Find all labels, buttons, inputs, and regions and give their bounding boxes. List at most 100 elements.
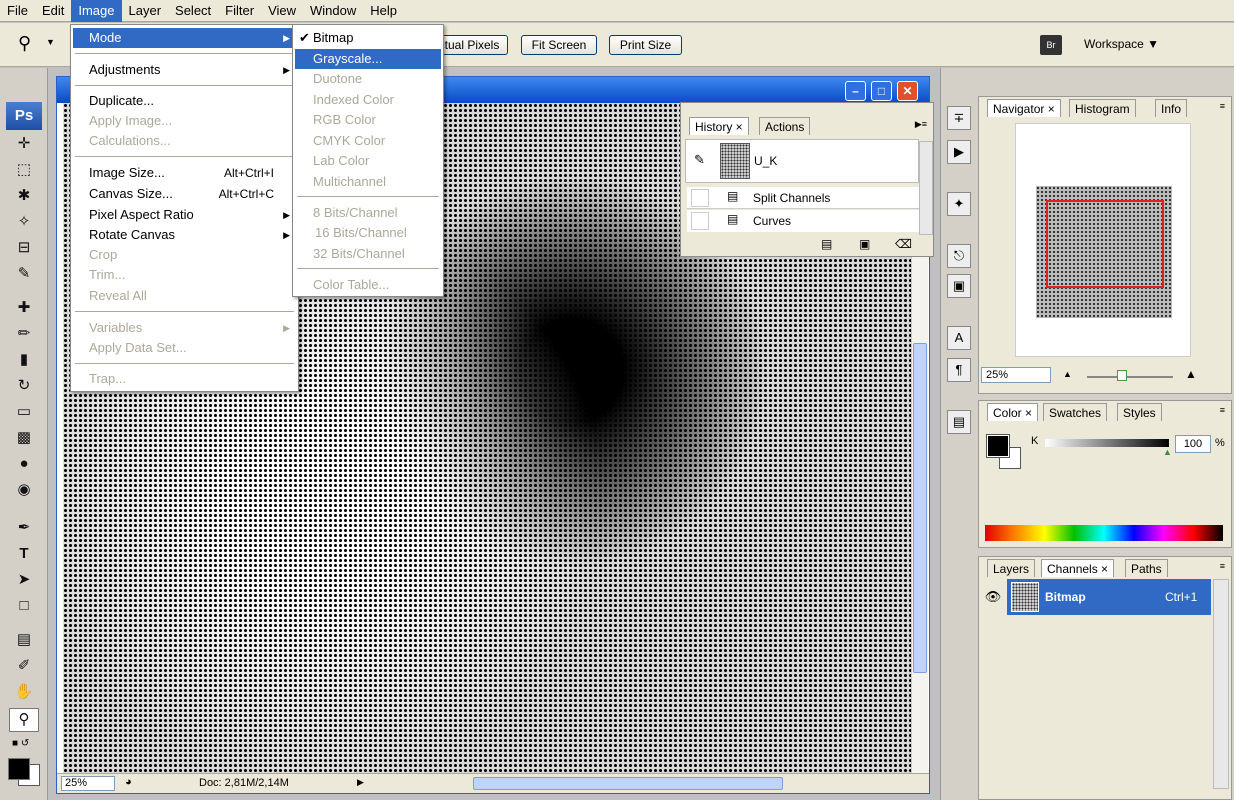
history-scrollbar[interactable] [919,141,933,235]
zoom-in-icon[interactable]: ▲ [1185,367,1197,381]
type-tool-icon[interactable]: T [9,542,39,566]
crop-tool-icon[interactable]: ⊟ [9,236,39,260]
menu-item-mode[interactable]: Mode ▶ [73,28,296,48]
chevron-down-icon[interactable]: ▼ [46,37,55,47]
new-document-from-state-icon[interactable]: ▤ [821,237,832,251]
vertical-scroll-thumb[interactable] [913,343,927,673]
eyedropper-tool-icon[interactable]: ✐ [9,654,39,678]
menu-item-rgb-color[interactable]: RGB Color [295,110,441,130]
tab-color[interactable]: Color × [987,403,1039,421]
tool-presets-icon[interactable]: ✦ [947,192,971,216]
status-menu-icon[interactable]: ◕ [125,776,132,788]
tab-channels[interactable]: Channels × [1041,559,1115,577]
hand-tool-icon[interactable]: ✋ [9,680,39,704]
foreground-color-swatch[interactable] [8,758,30,780]
navigator-zoom-slider[interactable] [1087,376,1173,378]
menu-item-duotone[interactable]: Duotone [295,69,441,89]
print-size-button[interactable]: Print Size [609,35,682,55]
menu-item-indexed-color[interactable]: Indexed Color [295,90,441,110]
menu-view[interactable]: View [261,0,303,22]
history-snapshot-row[interactable]: ✎ U_K [685,139,919,183]
tab-paths[interactable]: Paths [1125,559,1168,577]
gradient-tool-icon[interactable]: ▩ [9,426,39,450]
notes-icon[interactable]: ▤ [947,410,971,434]
horizontal-scroll-thumb[interactable] [473,777,783,790]
zoom-tool-icon[interactable]: ⚲ [18,33,31,54]
tab-history[interactable]: History × [689,117,749,135]
tab-swatches[interactable]: Swatches [1043,403,1108,421]
menu-item-trap[interactable]: Trap... [73,369,296,389]
tab-navigator[interactable]: Navigator × [987,99,1061,117]
navigator-zoom-slider-handle[interactable] [1117,370,1127,381]
history-step-checkbox[interactable] [691,212,709,230]
slice-tool-icon[interactable]: ✎ [9,262,39,286]
history-brush-tool-icon[interactable]: ↻ [9,374,39,398]
shape-tool-icon[interactable]: □ [9,594,39,618]
menu-item-32-bits[interactable]: 32 Bits/Channel [295,244,441,264]
tab-histogram[interactable]: Histogram [1069,99,1136,117]
menu-layer[interactable]: Layer [122,0,169,22]
dodge-tool-icon[interactable]: ◉ [9,478,39,502]
blur-tool-icon[interactable]: ● [9,452,39,476]
maximize-icon[interactable]: □ [871,81,892,101]
menu-item-crop[interactable]: Crop [73,245,296,265]
menu-item-reveal-all[interactable]: Reveal All [73,286,296,306]
tab-styles[interactable]: Styles [1117,403,1162,421]
panel-menu-icon[interactable]: ≡ [1220,405,1225,415]
menu-item-calculations[interactable]: Calculations... [73,131,296,151]
lasso-tool-icon[interactable]: ✱ [9,184,39,208]
zoom-tool-icon[interactable]: ⚲ [9,708,39,732]
status-arrow-icon[interactable]: ▶ [357,777,364,788]
menu-item-rotate-canvas[interactable]: Rotate Canvas ▶ [73,225,296,245]
notes-tool-icon[interactable]: ▤ [9,628,39,652]
path-selection-tool-icon[interactable]: ➤ [9,568,39,592]
navigator-zoom-field[interactable]: 25% [981,367,1051,383]
menu-item-adjustments[interactable]: Adjustments ▶ [73,60,296,80]
marquee-tool-icon[interactable]: ⬚ [9,158,39,182]
navigator-view-rectangle[interactable] [1046,200,1164,288]
menu-help[interactable]: Help [363,0,404,22]
bridge-icon[interactable]: Br [1040,35,1062,55]
menu-item-image-size[interactable]: Image Size... Alt+Ctrl+I [73,163,296,183]
zoom-field[interactable]: 25% [61,776,115,791]
k-channel-slider[interactable] [1045,439,1169,447]
character-icon[interactable]: A [947,326,971,350]
play-action-icon[interactable]: ▶ [947,140,971,164]
clone-source-icon[interactable]: ⎋ [947,244,971,268]
menu-item-canvas-size[interactable]: Canvas Size... Alt+Ctrl+C [73,184,296,204]
channel-row-bitmap[interactable]: 👁 Bitmap Ctrl+1 [979,579,1211,615]
menu-item-lab-color[interactable]: Lab Color [295,151,441,171]
healing-brush-tool-icon[interactable]: ✚ [9,296,39,320]
menu-item-grayscale[interactable]: Grayscale... [295,49,441,69]
menu-item-pixel-aspect-ratio[interactable]: Pixel Aspect Ratio ▶ [73,205,296,225]
menu-edit[interactable]: Edit [35,0,71,22]
eraser-tool-icon[interactable]: ▭ [9,400,39,424]
k-value-field[interactable]: 100 [1175,435,1211,453]
color-ramp[interactable] [985,525,1223,541]
eye-icon[interactable]: 👁 [979,579,1007,615]
history-step-split-channels[interactable]: ▤ Split Channels [687,187,919,209]
close-icon[interactable]: ✕ [897,81,918,101]
tab-layers[interactable]: Layers [987,559,1036,577]
menu-item-8-bits[interactable]: 8 Bits/Channel [295,203,441,223]
brushes-icon[interactable]: ∓ [947,106,971,130]
menu-item-16-bits[interactable]: 16 Bits/Channel [295,223,441,243]
default-colors-icon[interactable]: ■ ↺ [12,738,29,749]
menu-file[interactable]: File [0,0,35,22]
history-step-curves[interactable]: ▤ Curves [687,210,919,232]
new-snapshot-icon[interactable]: ▣ [859,237,870,251]
panel-menu-icon[interactable]: ≡ [1220,101,1225,111]
paragraph-icon[interactable]: ¶ [947,358,971,382]
brush-tool-icon[interactable]: ✏ [9,322,39,346]
tab-info[interactable]: Info [1155,99,1188,117]
menu-item-apply-data-set[interactable]: Apply Data Set... [73,338,296,358]
panel-menu-icon[interactable]: ≡ [1220,561,1225,571]
magic-wand-tool-icon[interactable]: ✧ [9,210,39,234]
menu-filter[interactable]: Filter [218,0,261,22]
fit-screen-button[interactable]: Fit Screen [521,35,597,55]
menu-image[interactable]: Image [71,0,122,22]
menu-item-apply-image[interactable]: Apply Image... [73,111,296,131]
panel-menu-icon[interactable]: ▶≡ [915,119,927,130]
stamp-tool-icon[interactable]: ▮ [9,348,39,372]
menu-item-duplicate[interactable]: Duplicate... [73,91,296,111]
